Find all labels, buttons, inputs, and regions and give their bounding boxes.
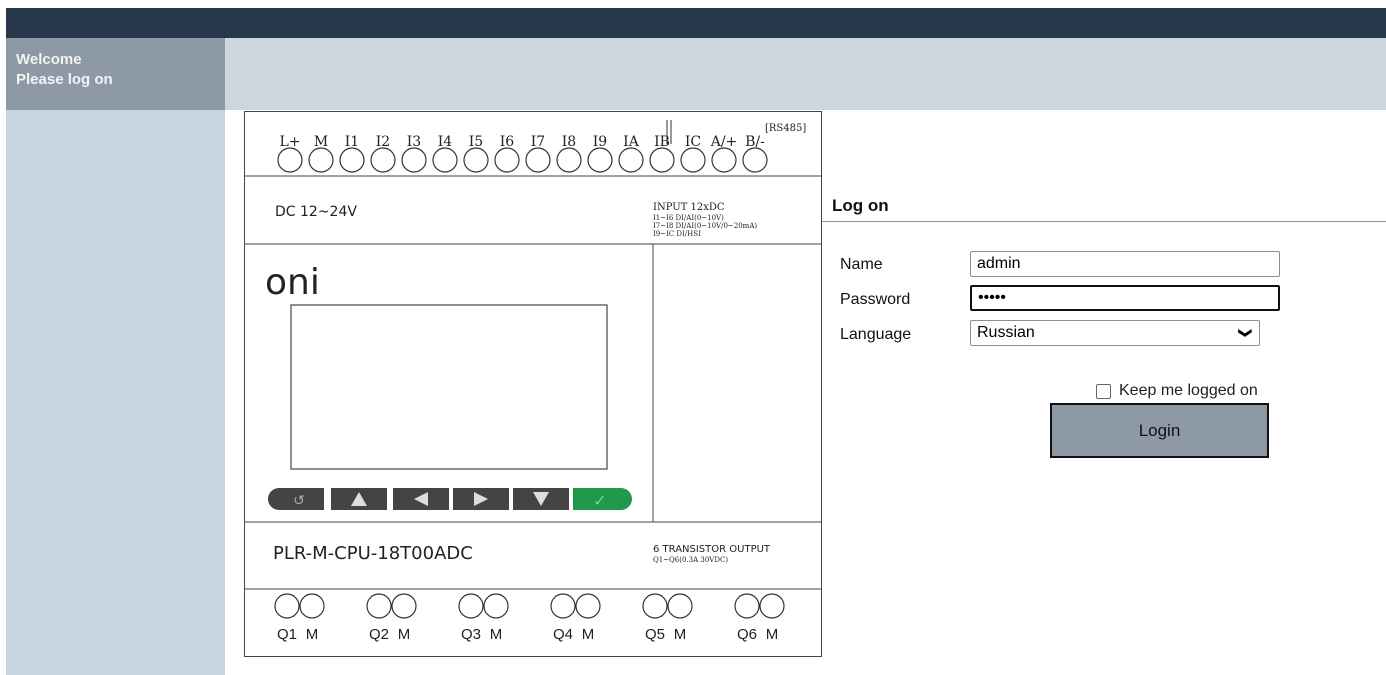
top-terminal-screw bbox=[525, 147, 551, 173]
top-terminal-screw bbox=[649, 147, 675, 173]
login-button[interactable]: Login bbox=[1050, 403, 1269, 458]
top-terminal-screw bbox=[680, 147, 706, 173]
bottom-terminal-screw bbox=[483, 593, 509, 619]
top-terminal-screw bbox=[432, 147, 458, 173]
bottom-terminal-label: M bbox=[490, 626, 503, 643]
back-icon: ↺ bbox=[293, 492, 305, 508]
power-label: DC 12~24V bbox=[275, 204, 357, 220]
bottom-terminal-label: M bbox=[674, 626, 687, 643]
bottom-terminal-screw bbox=[458, 593, 484, 619]
bottom-terminal-screw bbox=[550, 593, 576, 619]
check-icon: ✓ bbox=[593, 493, 606, 510]
header-bar bbox=[6, 8, 1386, 38]
password-input[interactable] bbox=[970, 285, 1280, 311]
output-line: Q1~Q6(0.3A 30VDC) bbox=[653, 556, 728, 564]
login-prompt: Please log on bbox=[16, 71, 113, 88]
keep-logged-on-checkbox[interactable] bbox=[1096, 383, 1111, 399]
bottom-terminal-label: Q5 bbox=[645, 626, 665, 643]
welcome-box: Welcome Please log on bbox=[6, 38, 225, 110]
input-line-1: I1~I6 DI/AI(0~10V) bbox=[653, 214, 724, 222]
bottom-terminal-label: Q4 bbox=[553, 626, 573, 643]
top-terminal-screw bbox=[463, 147, 489, 173]
bottom-terminal-label: M bbox=[398, 626, 411, 643]
name-label: Name bbox=[840, 256, 883, 273]
top-terminal-screw bbox=[339, 147, 365, 173]
bottom-terminal-screw bbox=[642, 593, 668, 619]
top-margin bbox=[0, 0, 1386, 8]
language-selected-value: Russian bbox=[977, 324, 1035, 341]
rs485-label: [RS485] bbox=[765, 123, 806, 134]
plc-drawing: L+ M I1 I2 I3 I4 I5 I6 I7 I8 I9 IA IB IC A/+ B/- [RS485… bbox=[245, 120, 821, 643]
bottom-terminal-screw bbox=[667, 593, 693, 619]
keypad: ↺ ✓ bbox=[268, 488, 632, 510]
bottom-terminal-label: Q1 bbox=[277, 626, 297, 643]
output-title: 6 TRANSISTOR OUTPUT bbox=[653, 544, 771, 555]
input-line-2: I7~I8 DI/AI(0~10V/0~20mA) bbox=[653, 222, 757, 230]
brand-logo: oni bbox=[265, 262, 320, 303]
plc-device-image: L+ M I1 I2 I3 I4 I5 I6 I7 I8 I9 IA IB IC A/+ B/- [RS485… bbox=[244, 111, 822, 657]
top-terminal-screw bbox=[308, 147, 334, 173]
bottom-terminal-screw bbox=[759, 593, 785, 619]
keep-logged-on-label: Keep me logged on bbox=[1119, 382, 1258, 399]
keep-logged-on[interactable]: Keep me logged on bbox=[1096, 382, 1258, 400]
top-terminal-screw bbox=[401, 147, 427, 173]
bottom-terminal-label: M bbox=[766, 626, 779, 643]
bottom-terminal-label: M bbox=[306, 626, 319, 643]
input-line-3: I9~IC DI/HSI bbox=[653, 230, 701, 238]
lcd-screen bbox=[290, 304, 608, 470]
bottom-terminal-label: M bbox=[582, 626, 595, 643]
top-terminal-screw bbox=[556, 147, 582, 173]
bottom-terminal-screw bbox=[575, 593, 601, 619]
top-terminal-screw bbox=[618, 147, 644, 173]
bottom-terminal-screw bbox=[734, 593, 760, 619]
bottom-terminal-label: Q6 bbox=[737, 626, 757, 643]
top-terminal-screw bbox=[742, 147, 768, 173]
password-label: Password bbox=[840, 291, 911, 308]
sidebar bbox=[6, 38, 225, 675]
top-terminal-screw bbox=[711, 147, 737, 173]
bottom-terminal-screw bbox=[299, 593, 325, 619]
name-input[interactable] bbox=[970, 251, 1280, 277]
top-terminal-screw bbox=[587, 147, 613, 173]
model-label: PLR-M-CPU-18T00ADC bbox=[273, 543, 473, 564]
bottom-terminal-label: Q2 bbox=[369, 626, 389, 643]
top-terminal-screw bbox=[494, 147, 520, 173]
top-terminal-screw bbox=[277, 147, 303, 173]
language-select[interactable]: Russian ❯ bbox=[970, 320, 1260, 346]
login-title: Log on bbox=[832, 196, 889, 215]
welcome-text: Welcome bbox=[16, 51, 82, 68]
bottom-terminal-screw bbox=[391, 593, 417, 619]
language-label: Language bbox=[840, 326, 912, 343]
input-title: INPUT 12xDC bbox=[653, 202, 725, 213]
top-terminal-screw bbox=[370, 147, 396, 173]
chevron-down-icon: ❯ bbox=[1238, 327, 1254, 339]
content-header-strip bbox=[225, 38, 1386, 110]
login-divider bbox=[822, 221, 1386, 222]
bottom-terminal-screw bbox=[366, 593, 392, 619]
bottom-terminal-screw bbox=[274, 593, 300, 619]
bottom-terminal-label: Q3 bbox=[461, 626, 481, 643]
